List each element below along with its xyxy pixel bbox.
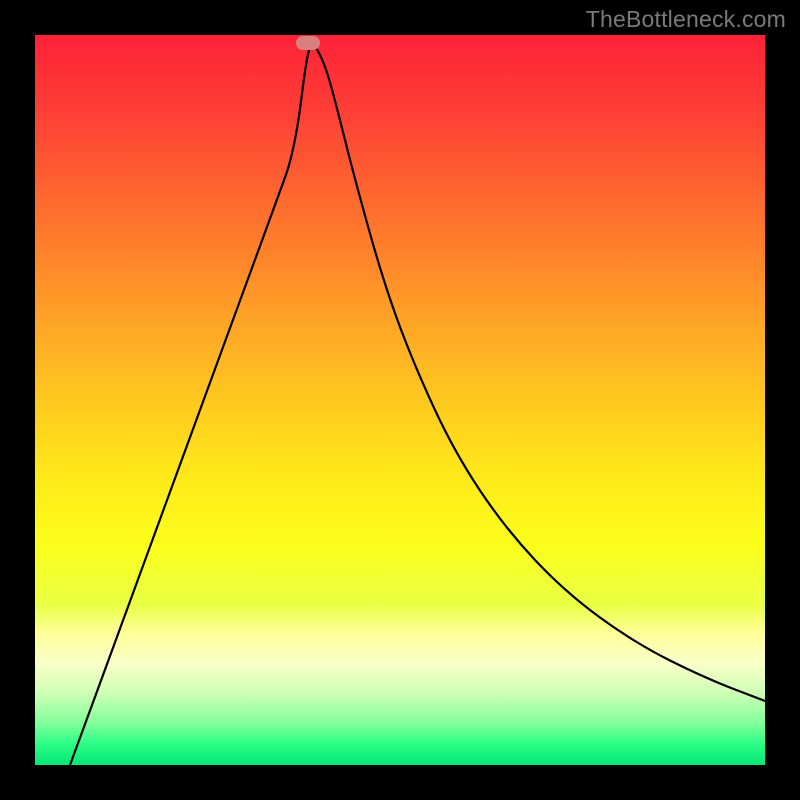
watermark-text: TheBottleneck.com <box>586 6 786 33</box>
bottleneck-curve <box>35 35 765 765</box>
plot-area <box>35 35 765 765</box>
optimum-marker <box>296 36 320 50</box>
